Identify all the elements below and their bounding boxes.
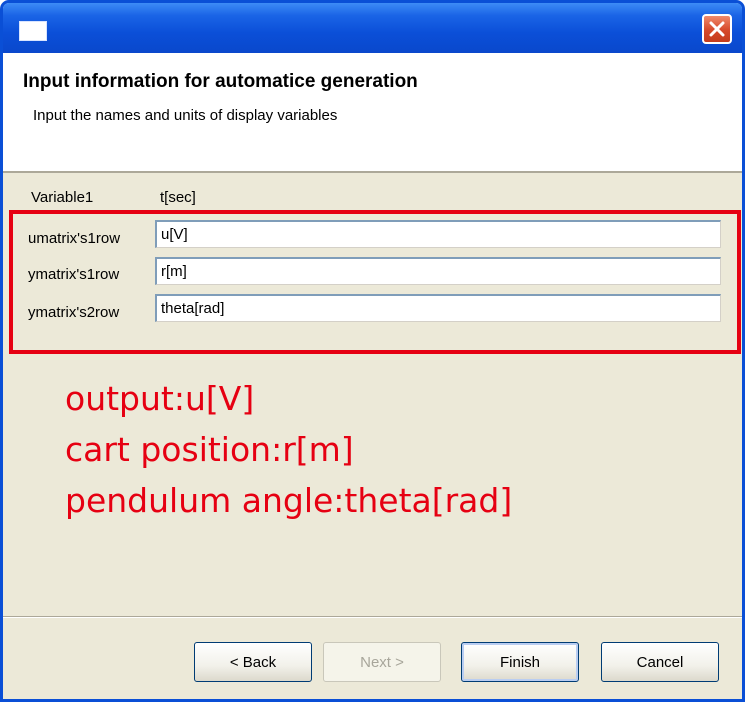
annotation-line-cart-position: cart position:r[m] [65,430,354,469]
close-button[interactable] [702,14,732,44]
page-description: Input the names and units of display var… [33,107,338,124]
cancel-button[interactable]: Cancel [601,642,719,682]
footer-divider [3,616,742,618]
annotation-highlight-box [9,210,741,354]
next-button[interactable]: Next > [323,642,441,682]
annotation-line-output: output:u[V] [65,379,255,418]
title-bar[interactable] [3,3,742,53]
wizard-dialog: Input information for automatice generat… [0,0,745,702]
window-icon [19,21,47,41]
annotation-line-pendulum-angle: pendulum angle:theta[rad] [65,481,513,520]
finish-button[interactable]: Finish [461,642,579,682]
close-icon [709,21,725,37]
variable1-label: Variable1 [31,189,94,206]
back-button[interactable]: < Back [194,642,312,682]
header-panel: Input information for automatice generat… [3,53,742,173]
page-title: Input information for automatice generat… [23,71,418,92]
variable1-value: t[sec] [160,189,196,206]
